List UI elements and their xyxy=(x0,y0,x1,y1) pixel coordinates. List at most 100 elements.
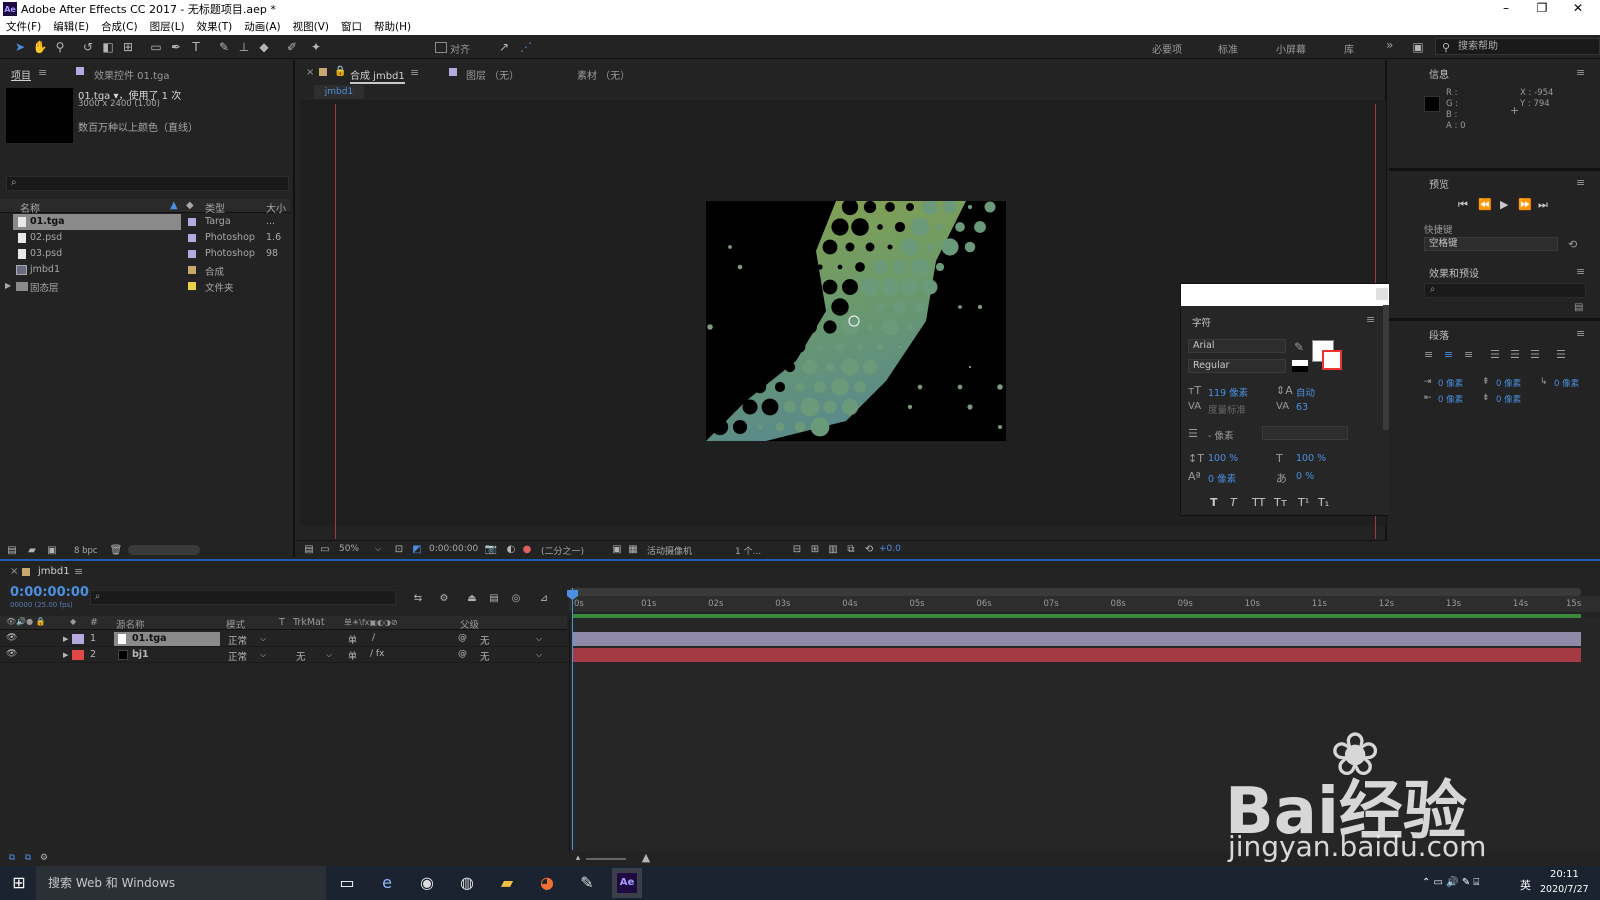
new-preset-icon[interactable]: ▤ xyxy=(1574,302,1583,313)
tab-effect-controls[interactable]: 效果控件 01.tga xyxy=(94,67,169,82)
workspace-menu-icon[interactable]: ▣ xyxy=(1410,40,1426,54)
layer-label-swatch[interactable] xyxy=(72,634,84,644)
help-search-input[interactable]: 搜索帮助 xyxy=(1435,38,1600,55)
task-view-icon[interactable]: ▭ xyxy=(336,872,358,894)
windows-start-icon[interactable]: ⊞ xyxy=(8,872,30,894)
justify-right-icon[interactable]: ☰ xyxy=(1530,348,1540,361)
workspace-overflow-icon[interactable]: » xyxy=(1386,38,1393,52)
first-line-indent-value[interactable]: 0 像素 xyxy=(1554,377,1579,389)
leading-value[interactable]: 自动 xyxy=(1296,385,1315,399)
workspace-small-screen[interactable]: 小屏幕 xyxy=(1276,41,1306,56)
layer-bar-2[interactable] xyxy=(573,648,1581,662)
paragraph-menu-icon[interactable]: ≡ xyxy=(1576,327,1585,340)
taskbar-date[interactable]: 2020/7/27 xyxy=(1540,884,1589,895)
project-item-02psd[interactable]: 02.psd Photoshop 1.6 xyxy=(0,230,290,246)
work-area-bar[interactable] xyxy=(569,588,1581,596)
prev-frame-icon[interactable]: ⏪ xyxy=(1478,198,1492,211)
hand-tool-icon[interactable]: ✋ xyxy=(32,40,48,54)
column-trkmat[interactable]: TrkMat xyxy=(293,617,325,628)
preview-menu-icon[interactable]: ≡ xyxy=(1576,176,1585,189)
comp-canvas[interactable] xyxy=(706,201,1006,441)
black-white-swatch[interactable] xyxy=(1292,360,1308,372)
small-caps-button[interactable]: Tт xyxy=(1274,496,1287,509)
selection-tool-icon[interactable]: ➤ xyxy=(12,40,28,54)
exposure-value[interactable]: +0.0 xyxy=(879,544,901,554)
switch-collapse-icon[interactable]: 单 xyxy=(348,633,357,646)
transfer-controls-toggle-icon[interactable]: ⧉ xyxy=(20,851,36,865)
close-tab-icon[interactable]: × xyxy=(306,67,314,78)
horizontal-scale-value[interactable]: 100 % xyxy=(1296,453,1326,464)
column-t[interactable]: T xyxy=(279,617,285,628)
viewer-menu-icon[interactable]: ≡ xyxy=(410,66,419,79)
tab-timeline-comp[interactable]: jmbd1 xyxy=(38,566,70,577)
column-parent[interactable]: 父级 xyxy=(460,617,479,631)
new-folder-icon[interactable]: ▰ xyxy=(24,544,40,558)
shortcut-dropdown[interactable]: 空格键 xyxy=(1424,237,1558,251)
timeline-close-icon[interactable]: × xyxy=(10,566,18,577)
space-after-value[interactable]: 0 像素 xyxy=(1496,393,1521,405)
exposure-reset-icon[interactable]: ⟲ xyxy=(861,543,877,557)
app-icon[interactable]: ◍ xyxy=(456,872,478,894)
edge-browser-icon[interactable]: e xyxy=(376,872,398,894)
mask-visibility-icon[interactable]: ◩ xyxy=(409,543,425,557)
roto-brush-tool-icon[interactable]: ✐ xyxy=(284,40,300,54)
menu-layer[interactable]: 图层(L) xyxy=(150,19,185,34)
menu-window[interactable]: 窗口 xyxy=(341,19,362,34)
layer-mode[interactable]: 正常 xyxy=(228,633,247,647)
fast-preview-icon[interactable]: ⊞ xyxy=(807,543,823,557)
label-swatch[interactable] xyxy=(188,266,196,274)
brush-tool-icon[interactable]: ✎ xyxy=(216,40,232,54)
file-explorer-icon[interactable]: ▰ xyxy=(496,872,518,894)
current-time-indicator[interactable] xyxy=(572,588,573,850)
stroke-width-value[interactable]: - 像素 xyxy=(1208,428,1233,442)
expand-arrow-icon[interactable]: ▶ xyxy=(5,281,11,290)
visibility-eye-icon[interactable]: 👁 xyxy=(6,633,17,643)
close-button[interactable]: ✕ xyxy=(1560,0,1596,17)
frame-blending-icon[interactable]: ▤ xyxy=(486,592,502,606)
parent-chevron-icon[interactable]: ⌵ xyxy=(536,650,542,660)
layer-row-1[interactable]: 👁 ▶ 1 01.tga 正常 ⌵ 单 / @ 无 ⌵ xyxy=(0,631,567,647)
label-swatch[interactable] xyxy=(188,250,196,258)
column-type[interactable]: 类型 xyxy=(205,200,225,215)
project-item-solids-folder[interactable]: ▶ 固态层 文件夹 xyxy=(0,278,290,294)
always-preview-icon[interactable]: ▤ xyxy=(301,543,317,557)
timeline-zoom-slider[interactable] xyxy=(586,858,626,860)
camera-dropdown[interactable]: 活动摄像机 xyxy=(647,544,692,557)
pickwhip-icon[interactable]: @ xyxy=(458,649,467,659)
timeline-menu-icon[interactable]: ≡ xyxy=(74,565,83,578)
label-swatch[interactable] xyxy=(188,282,196,290)
draft-3d-icon[interactable]: ⚙ xyxy=(436,592,452,606)
info-menu-icon[interactable]: ≡ xyxy=(1576,66,1585,79)
snapshot-icon[interactable]: 📷 xyxy=(483,543,499,557)
layer-row-2[interactable]: 👁 ▶ 2 bj1 正常 ⌵ 无 ⌵ 单 / fx @ 无 ⌵ xyxy=(0,647,567,663)
transparency-grid-icon[interactable]: ▦ xyxy=(625,543,641,557)
trkmat-chevron-icon[interactable]: ⌵ xyxy=(326,650,332,660)
type-tool-icon[interactable]: T xyxy=(188,40,204,54)
pen-tool-icon[interactable]: ✒ xyxy=(168,40,184,54)
menu-view[interactable]: 视图(V) xyxy=(293,19,329,34)
after-effects-taskbar-item[interactable]: Ae xyxy=(612,868,642,898)
maximize-button[interactable]: ❐ xyxy=(1524,0,1560,17)
sort-up-icon[interactable]: ▲ xyxy=(170,200,178,211)
menu-composition[interactable]: 合成(C) xyxy=(101,19,138,34)
zoom-in-icon[interactable]: ▲ xyxy=(638,851,654,865)
views-dropdown[interactable]: 1 个... xyxy=(735,544,761,557)
project-item-jmbd1[interactable]: jmbd1 合成 xyxy=(0,262,290,278)
comp-breadcrumb[interactable]: jmbd1 xyxy=(314,85,364,99)
character-panel-header[interactable] xyxy=(1181,284,1393,306)
zoom-out-icon[interactable]: ▴ xyxy=(570,851,586,865)
expand-arrow-icon[interactable]: ▶ xyxy=(63,635,68,643)
graph-editor-icon[interactable]: ⊿ xyxy=(536,592,552,606)
character-menu-icon[interactable]: ≡ xyxy=(1366,313,1375,326)
parent-chevron-icon[interactable]: ⌵ xyxy=(536,634,542,644)
label-swatch[interactable] xyxy=(188,218,196,226)
layer-switches-toggle-icon[interactable]: ⧉ xyxy=(4,851,20,865)
camera-tool-icon[interactable]: ◧ xyxy=(100,40,116,54)
indent-left-value[interactable]: 0 像素 xyxy=(1438,377,1463,389)
tab-footage[interactable]: 素材 （无） xyxy=(577,67,630,82)
workspace-libraries[interactable]: 库 xyxy=(1344,41,1354,56)
menu-effect[interactable]: 效果(T) xyxy=(197,19,233,34)
font-family-dropdown[interactable]: Arial xyxy=(1188,339,1286,353)
tsume-value[interactable]: 0 % xyxy=(1296,471,1314,482)
layer-name[interactable]: 01.tga xyxy=(132,633,167,644)
